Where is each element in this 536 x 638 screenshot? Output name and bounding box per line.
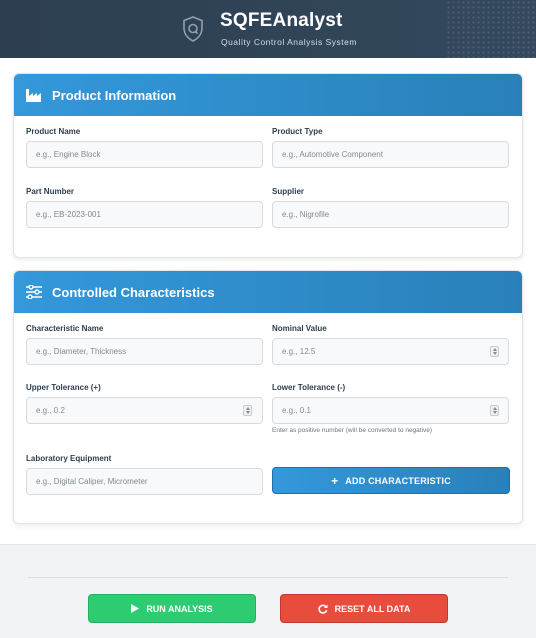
sliders-icon: [26, 285, 42, 299]
nominal-value-input[interactable]: [272, 338, 509, 365]
part-number-label: Part Number: [26, 187, 75, 196]
reset-all-data-button[interactable]: RESET ALL DATA: [280, 594, 448, 623]
redo-icon: [318, 604, 328, 614]
product-information-card: Product Information Product Name Product…: [13, 73, 523, 258]
header-dot-pattern: [446, 0, 536, 58]
product-information-header: Product Information: [14, 74, 522, 116]
lower-tolerance-label: Lower Tolerance (-): [272, 383, 346, 392]
nominal-value-spinner[interactable]: [490, 346, 499, 357]
app-subtitle: Quality Control Analysis System: [221, 37, 357, 47]
supplier-label: Supplier: [272, 187, 305, 196]
controlled-characteristics-card: Controlled Characteristics Characteristi…: [13, 270, 523, 524]
part-number-input[interactable]: [26, 201, 263, 228]
app-title: SQFEAnalyst: [220, 10, 343, 31]
upper-tolerance-input[interactable]: [26, 397, 263, 424]
controlled-characteristics-header: Controlled Characteristics: [14, 271, 522, 313]
characteristic-name-label: Characteristic Name: [26, 324, 104, 333]
play-icon: [131, 604, 140, 613]
footer-divider: [28, 577, 508, 578]
factory-icon: [26, 88, 41, 102]
supplier-input[interactable]: [272, 201, 509, 228]
product-name-label: Product Name: [26, 127, 81, 136]
plus-icon: +: [331, 473, 339, 488]
main-content: Product Information Product Name Product…: [0, 58, 536, 544]
run-analysis-button[interactable]: RUN ANALYSIS: [88, 594, 256, 623]
add-characteristic-label: ADD CHARACTERISTIC: [345, 475, 451, 486]
nominal-value-label: Nominal Value: [272, 324, 327, 333]
product-name-input[interactable]: [26, 141, 263, 168]
run-analysis-label: RUN ANALYSIS: [146, 603, 213, 614]
lower-tolerance-input[interactable]: [272, 397, 509, 424]
app-header: SQFEAnalyst Quality Control Analysis Sys…: [0, 0, 536, 58]
add-characteristic-button[interactable]: + ADD CHARACTERISTIC: [272, 467, 510, 494]
lower-tolerance-hint: Enter as positive number (will be conver…: [272, 427, 433, 434]
lab-equipment-label: Laboratory Equipment: [26, 454, 112, 463]
upper-tolerance-spinner[interactable]: [243, 405, 252, 416]
controlled-characteristics-title: Controlled Characteristics: [52, 284, 215, 300]
reset-all-data-label: RESET ALL DATA: [334, 603, 411, 614]
characteristic-name-input[interactable]: [26, 338, 263, 365]
lower-tolerance-spinner[interactable]: [490, 405, 499, 416]
shield-q-icon: [183, 16, 203, 42]
product-information-title: Product Information: [52, 87, 177, 103]
upper-tolerance-label: Upper Tolerance (+): [26, 383, 101, 392]
action-footer: RUN ANALYSIS RESET ALL DATA: [0, 544, 536, 638]
lab-equipment-input[interactable]: [26, 468, 263, 495]
product-type-label: Product Type: [272, 127, 323, 136]
product-type-input[interactable]: [272, 141, 509, 168]
